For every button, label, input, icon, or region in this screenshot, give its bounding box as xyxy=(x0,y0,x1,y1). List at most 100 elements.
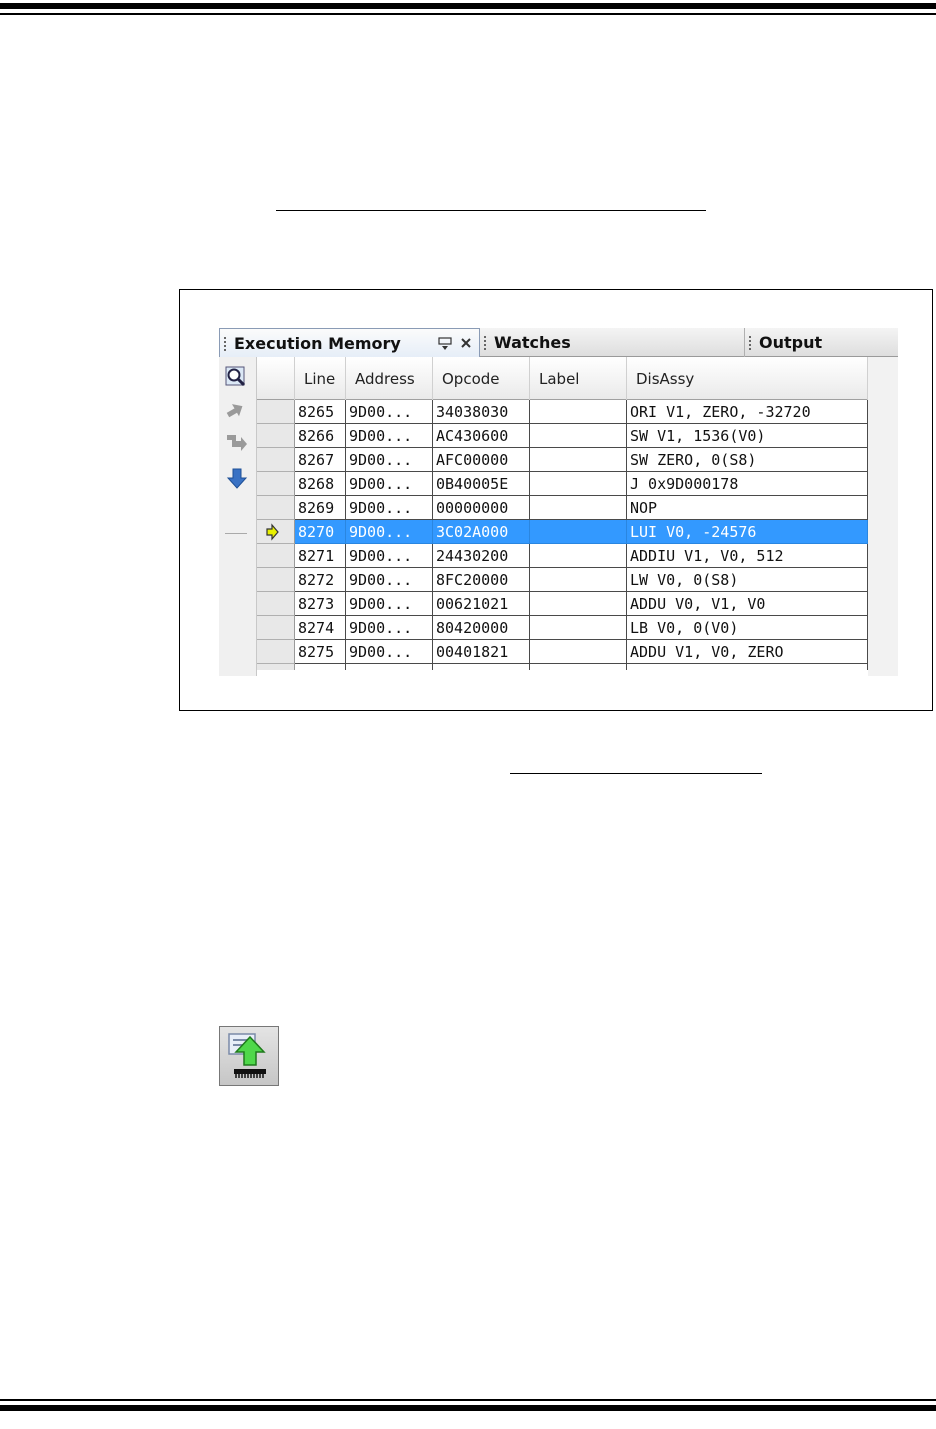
row-marker xyxy=(257,616,295,640)
drag-grip-icon[interactable] xyxy=(484,336,488,350)
cell-opcode: 3C02A000 xyxy=(433,520,530,544)
column-header-label[interactable]: Label xyxy=(530,357,627,400)
cell-label xyxy=(530,448,627,472)
row-marker xyxy=(257,496,295,520)
underline-link-1 xyxy=(276,210,706,211)
drag-grip-icon[interactable] xyxy=(749,336,753,350)
cell-label xyxy=(530,544,627,568)
cell-opcode: 0B40005E xyxy=(433,472,530,496)
cell-disassy: LB V0, 0(V0) xyxy=(627,616,868,640)
row-marker xyxy=(257,520,295,544)
cell-opcode: 00621021 xyxy=(433,592,530,616)
drag-grip-icon[interactable] xyxy=(224,337,228,351)
tab-watches[interactable]: Watches xyxy=(480,328,744,357)
cell-partial xyxy=(530,664,627,670)
column-header-address[interactable]: Address xyxy=(346,357,433,400)
cell-disassy: ADDU V0, V1, V0 xyxy=(627,592,868,616)
cell-address: 9D00... xyxy=(346,568,433,592)
cell-disassy: SW V1, 1536(V0) xyxy=(627,424,868,448)
column-header-disassy[interactable]: DisAssy xyxy=(627,357,868,400)
cell-disassy: ORI V1, ZERO, -32720 xyxy=(627,400,868,424)
debug-toolbar xyxy=(219,357,257,676)
cell-line: 8271 xyxy=(295,544,346,568)
cell-line: 8270 xyxy=(295,520,346,544)
cell-label xyxy=(530,520,627,544)
row-marker xyxy=(257,472,295,496)
table-row[interactable]: 8272 9D00... 8FC20000 LW V0, 0(S8) xyxy=(257,568,868,592)
tab-output[interactable]: Output xyxy=(744,328,898,357)
toolbar-separator xyxy=(225,533,247,534)
cell-line: 8268 xyxy=(295,472,346,496)
table-row[interactable]: 8270 9D00... 3C02A000 LUI V0, -24576 xyxy=(257,520,868,544)
table-row[interactable]: 8275 9D00... 00401821 ADDU V1, V0, ZERO xyxy=(257,640,868,664)
cell-line: 8266 xyxy=(295,424,346,448)
cell-opcode: 24430200 xyxy=(433,544,530,568)
step-into-icon[interactable] xyxy=(224,467,250,491)
cell-disassy: LW V0, 0(S8) xyxy=(627,568,868,592)
table-row[interactable]: 8265 9D00... 34038030 ORI V1, ZERO, -32720 xyxy=(257,400,868,424)
tab-label: Watches xyxy=(494,333,571,352)
cell-label xyxy=(530,424,627,448)
table-header: Line Address Opcode Label DisAssy xyxy=(257,357,868,400)
cell-label xyxy=(530,400,627,424)
table-row[interactable]: 8274 9D00... 80420000 LB V0, 0(V0) xyxy=(257,616,868,640)
row-marker xyxy=(257,568,295,592)
cell-line: 8265 xyxy=(295,400,346,424)
column-header-opcode[interactable]: Opcode xyxy=(433,357,530,400)
cell-opcode: 00401821 xyxy=(433,640,530,664)
cell-address: 9D00... xyxy=(346,520,433,544)
cell-partial xyxy=(433,664,530,670)
cell-line: 8275 xyxy=(295,640,346,664)
footer-rule-thin xyxy=(0,1399,936,1401)
cell-address: 9D00... xyxy=(346,448,433,472)
table-row[interactable]: 8271 9D00... 24430200 ADDIU V1, V0, 512 xyxy=(257,544,868,568)
table-row-partial xyxy=(257,664,868,670)
cell-line: 8274 xyxy=(295,616,346,640)
tab-label: Execution Memory xyxy=(234,334,401,353)
cell-line: 8267 xyxy=(295,448,346,472)
row-marker xyxy=(257,592,295,616)
footer-rule-thick xyxy=(0,1405,936,1411)
cell-partial xyxy=(257,664,295,670)
table-row[interactable]: 8273 9D00... 00621021 ADDU V0, V1, V0 xyxy=(257,592,868,616)
execution-pointer-icon xyxy=(263,520,281,543)
column-header-line[interactable]: Line xyxy=(295,357,346,400)
cell-opcode: 34038030 xyxy=(433,400,530,424)
cell-address: 9D00... xyxy=(346,640,433,664)
row-marker xyxy=(257,400,295,424)
cell-opcode: AFC00000 xyxy=(433,448,530,472)
cell-label xyxy=(530,640,627,664)
cell-address: 9D00... xyxy=(346,616,433,640)
cell-disassy: SW ZERO, 0(S8) xyxy=(627,448,868,472)
cell-partial xyxy=(346,664,433,670)
search-icon[interactable] xyxy=(224,365,250,389)
table-row[interactable]: 8268 9D00... 0B40005E J 0x9D000178 xyxy=(257,472,868,496)
vertical-scrollbar[interactable] xyxy=(868,357,898,676)
tab-bar: Execution Memory Watches Output xyxy=(219,328,898,357)
row-marker xyxy=(257,448,295,472)
ide-panel: Execution Memory Watches Output Line Add… xyxy=(219,328,898,676)
cell-opcode: 00000000 xyxy=(433,496,530,520)
step-out-icon[interactable] xyxy=(224,431,250,455)
row-marker xyxy=(257,640,295,664)
table-row[interactable]: 8269 9D00... 00000000 NOP xyxy=(257,496,868,520)
cell-disassy: J 0x9D000178 xyxy=(627,472,868,496)
header-rule-thick xyxy=(0,3,936,9)
cell-address: 9D00... xyxy=(346,544,433,568)
underline-link-2 xyxy=(510,773,762,774)
table-row[interactable]: 8267 9D00... AFC00000 SW ZERO, 0(S8) xyxy=(257,448,868,472)
cell-address: 9D00... xyxy=(346,592,433,616)
cell-disassy: ADDIU V1, V0, 512 xyxy=(627,544,868,568)
cell-opcode: 8FC20000 xyxy=(433,568,530,592)
step-over-icon[interactable] xyxy=(224,399,250,423)
cell-label xyxy=(530,496,627,520)
cell-disassy: NOP xyxy=(627,496,868,520)
cell-address: 9D00... xyxy=(346,472,433,496)
table-row[interactable]: 8266 9D00... AC430600 SW V1, 1536(V0) xyxy=(257,424,868,448)
header-rule-thin xyxy=(0,13,936,15)
execution-memory-table: Line Address Opcode Label DisAssy 8265 9D… xyxy=(257,357,898,676)
cell-partial xyxy=(295,664,346,670)
cell-line: 8273 xyxy=(295,592,346,616)
cell-partial xyxy=(627,664,868,670)
tab-execution-memory[interactable]: Execution Memory xyxy=(219,328,480,357)
